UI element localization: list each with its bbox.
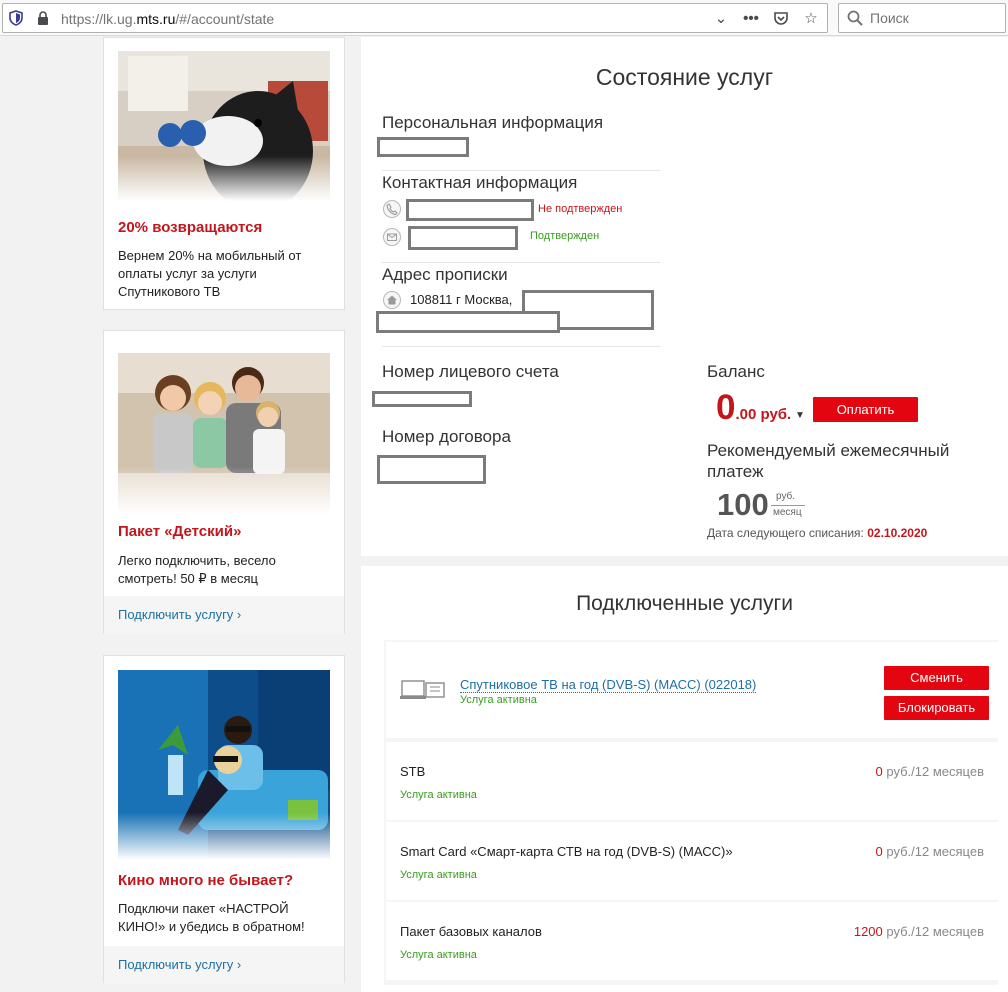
service-item-row: Smart Card «Смарт-карта СТВ на год (DVB-… <box>386 822 998 900</box>
unit-divider <box>771 505 805 506</box>
divider <box>382 346 660 347</box>
promo-image-cinema <box>118 670 330 860</box>
address-bar[interactable]: https://lk.ug.mts.ru/#/account/state ⌄ •… <box>2 3 828 33</box>
contract-number-title: Номер договора <box>382 427 511 446</box>
main-service-status: Услуга активна <box>460 694 537 706</box>
divider <box>382 262 660 263</box>
search-placeholder: Поиск <box>870 10 909 26</box>
email-status: Подтвержден <box>530 230 600 242</box>
page-title: Состояние услуг <box>595 64 774 90</box>
promo-title[interactable]: 20% возвращаются <box>118 219 262 236</box>
address-text: 108811 г Москва, <box>410 292 513 307</box>
balance-dropdown-icon[interactable]: ▼ <box>795 410 805 421</box>
address-title: Адрес прописки <box>382 265 508 284</box>
service-price: 0 руб./12 месяцев <box>875 844 984 859</box>
main-service-row: Спутниковое ТВ на год (DVB-S) (МАСС) (02… <box>386 642 998 738</box>
browser-toolbar: https://lk.ug.mts.ru/#/account/state ⌄ •… <box>0 0 1008 36</box>
block-button[interactable]: Блокировать <box>884 696 989 720</box>
redacted-phone <box>406 199 534 221</box>
services-title: Подключенные услуги <box>576 592 793 615</box>
promo-image-dog <box>118 51 330 201</box>
promo-image-family <box>118 353 330 515</box>
service-item-row: Пакет базовых каналов Услуга активна 120… <box>386 902 998 980</box>
pay-button[interactable]: Оплатить <box>813 397 918 422</box>
more-dots-icon[interactable]: ••• <box>741 9 761 29</box>
next-charge: Дата следующего списания: 02.10.2020 <box>707 526 928 540</box>
balance-title: Баланс <box>707 362 765 381</box>
main-service-link[interactable]: Спутниковое ТВ на год (DVB-S) (МАСС) (02… <box>460 677 757 693</box>
service-item-row: STB Услуга активна 0 руб./12 месяцев <box>386 742 998 820</box>
recommended-payment-title: Рекомендуемый ежемесячный платеж <box>707 441 950 481</box>
redacted-account-number <box>372 391 472 407</box>
promo-text: Подключи пакет «НАСТРОЙ КИНО!» и убедись… <box>118 901 305 934</box>
tracking-shield-icon[interactable] <box>9 10 23 26</box>
service-name: Smart Card «Смарт-карта СТВ на год (DVB-… <box>400 844 733 859</box>
promo-text: Легко подключить, весело смотреть! 50 ₽ … <box>118 553 276 586</box>
bookmark-star-icon[interactable]: ☆ <box>801 9 821 29</box>
pocket-icon[interactable] <box>771 9 791 29</box>
home-icon <box>383 291 401 309</box>
redacted-address-2 <box>376 311 560 333</box>
account-number-title: Номер лицевого счета <box>382 362 559 381</box>
promo-text: Вернем 20% на мобильный от оплаты услуг … <box>118 248 302 299</box>
promo-title[interactable]: Кино много не бывает? <box>118 872 293 889</box>
balance-value: 0.00 руб. <box>716 388 792 427</box>
promo-title[interactable]: Пакет «Детский» <box>118 523 241 540</box>
promo-card-cashback[interactable]: 20% возвращаются Вернем 20% на мобильный… <box>103 37 345 310</box>
service-name: STB <box>400 764 426 779</box>
phone-status: Не подтвержден <box>538 203 623 215</box>
redacted-contract-number <box>377 455 486 484</box>
divider <box>382 170 660 171</box>
email-icon <box>383 228 401 246</box>
service-price: 0 руб./12 месяцев <box>875 764 984 779</box>
service-status: Услуга активна <box>400 869 477 881</box>
search-icon <box>847 10 863 26</box>
lock-icon[interactable] <box>37 11 49 25</box>
section-separator <box>361 556 1008 566</box>
contact-info-title: Контактная информация <box>382 173 578 192</box>
service-price: 1200 руб./12 месяцев <box>853 924 984 939</box>
promo-card-cinema[interactable]: Кино много не бывает? Подключи пакет «НА… <box>103 655 345 984</box>
service-name: Пакет базовых каналов <box>400 924 542 939</box>
recommended-payment-value: 100 <box>717 487 769 522</box>
connect-service-link[interactable]: Подключить услугу › <box>104 596 344 634</box>
url-text[interactable]: https://lk.ug.mts.ru/#/account/state <box>61 11 274 27</box>
promo-card-kids[interactable]: Пакет «Детский» Легко подключить, весело… <box>103 330 345 634</box>
connect-service-link[interactable]: Подключить услугу › <box>104 946 344 984</box>
service-status: Услуга активна <box>400 949 477 961</box>
tv-device-icon <box>400 680 445 699</box>
chevron-down-icon[interactable]: ⌄ <box>711 9 731 29</box>
personal-info-title: Персональная информация <box>382 113 604 132</box>
phone-icon <box>383 200 401 218</box>
recommended-unit-bottom: месяц <box>773 507 802 518</box>
change-button[interactable]: Сменить <box>884 666 989 690</box>
search-input[interactable]: Поиск <box>838 3 1006 33</box>
redacted-name <box>377 137 469 157</box>
recommended-unit-top: руб. <box>776 491 796 502</box>
redacted-email <box>408 226 518 250</box>
service-status: Услуга активна <box>400 789 477 801</box>
